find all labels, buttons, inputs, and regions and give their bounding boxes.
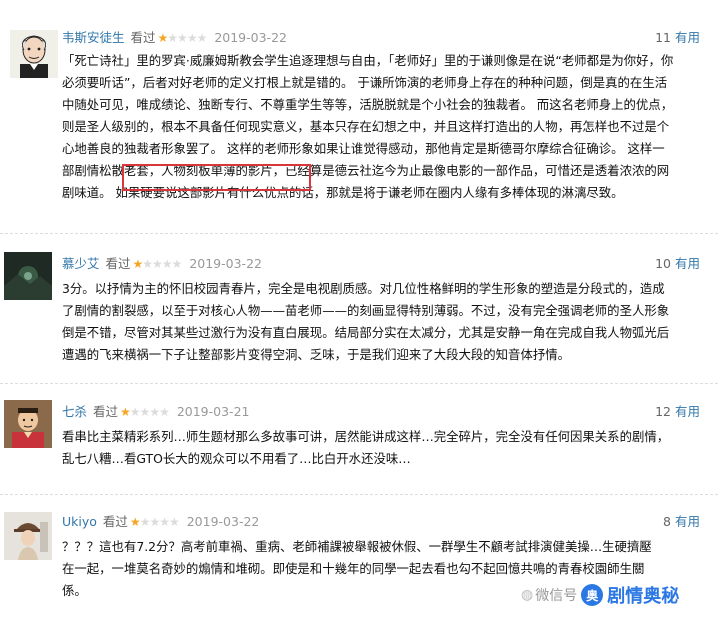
vote-count: 8 — [663, 514, 671, 529]
watermark-name: 剧情奥秘 — [607, 586, 680, 607]
divider — [0, 383, 718, 384]
review-meta: 七杀 看过 ★★★★★ 2019-03-21 — [62, 404, 249, 420]
vote-count: 10 — [655, 256, 671, 271]
review-text: 看串比主菜精彩系列…师生题材那么多故事可讲，居然能讲成这样…完全碎片，完全没有任… — [62, 429, 670, 466]
watched-label: 看过 — [130, 30, 156, 45]
useful-button[interactable]: 有用 — [675, 514, 700, 529]
author-link[interactable]: 慕少艾 — [62, 256, 100, 271]
useful-button[interactable]: 有用 — [675, 256, 700, 271]
review-meta: Ukiyo 看过 ★★★★★ 2019-03-22 — [62, 514, 259, 530]
watched-label: 看过 — [105, 256, 131, 271]
rating-stars: ★★★★★ — [129, 515, 180, 529]
useful-vote[interactable]: 8 有用 — [663, 514, 700, 530]
vote-count: 11 — [655, 30, 671, 45]
avatar[interactable] — [4, 400, 52, 448]
review-date: 2019-03-22 — [186, 514, 260, 529]
author-link[interactable]: 七杀 — [62, 404, 87, 419]
watermark-logo-icon: 奥 — [581, 584, 604, 606]
review-date: 2019-03-22 — [189, 256, 262, 271]
rating-stars: ★★★★★ — [120, 405, 170, 419]
review-date: 2019-03-21 — [176, 404, 250, 419]
highlight-box — [122, 164, 311, 191]
useful-button[interactable]: 有用 — [675, 30, 700, 45]
useful-vote[interactable]: 10 有用 — [655, 256, 700, 272]
avatar-landscape-icon — [4, 252, 52, 300]
vote-count: 12 — [655, 404, 671, 419]
useful-vote[interactable]: 11 有用 — [655, 30, 700, 46]
avatar[interactable] — [4, 252, 52, 300]
rating-stars: ★★★★★ — [132, 257, 183, 271]
watched-label: 看过 — [93, 404, 119, 419]
author-link[interactable]: 韦斯安徒生 — [62, 30, 125, 45]
avatar[interactable] — [4, 512, 52, 560]
review-date: 2019-03-22 — [214, 30, 287, 45]
rating-stars: ★★★★★ — [157, 31, 208, 45]
divider — [0, 233, 718, 234]
avatar-man-icon — [4, 400, 52, 448]
author-link[interactable]: Ukiyo — [62, 514, 97, 529]
watermark-prefix: 微信号 — [535, 588, 578, 604]
watermark: ◍ 微信号 奥 剧情奥秘 — [521, 580, 679, 610]
avatar[interactable] — [10, 30, 58, 78]
useful-button[interactable]: 有用 — [675, 404, 700, 419]
useful-vote[interactable]: 12 有用 — [655, 404, 700, 420]
review-meta: 慕少艾 看过 ★★★★★ 2019-03-22 — [62, 256, 262, 272]
avatar-woman-icon — [4, 512, 52, 560]
watched-label: 看过 — [102, 514, 128, 529]
divider — [0, 494, 718, 495]
review-text: 3分。以抒情为主的怀旧校园青春片，完全是电视剧质感。对几位性格鲜明的学生形象的塑… — [62, 281, 670, 362]
wechat-icon: ◍ — [521, 587, 534, 603]
avatar-portrait-icon — [10, 30, 58, 78]
review-meta: 韦斯安徒生 看过 ★★★★★ 2019-03-22 — [62, 30, 287, 46]
